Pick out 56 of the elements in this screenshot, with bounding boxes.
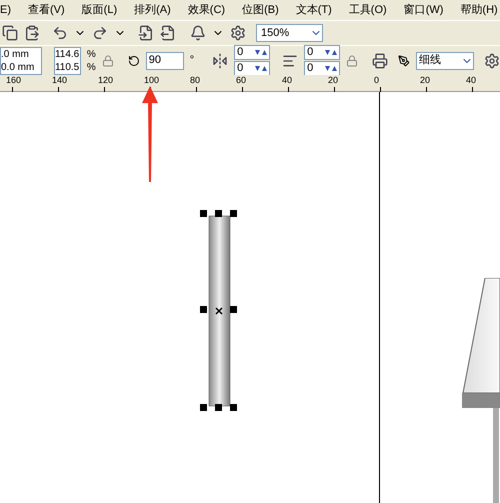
ruler-label: 20: [420, 75, 430, 85]
bell-icon[interactable]: [190, 25, 206, 41]
number-field[interactable]: 0: [234, 45, 270, 60]
rotate-icon[interactable]: [128, 54, 140, 66]
menu-item[interactable]: 排列(A): [134, 2, 171, 18]
menu-item[interactable]: 版面(L): [82, 2, 118, 18]
copy-icon[interactable]: [2, 25, 18, 41]
spinner-icon[interactable]: [255, 66, 268, 72]
spinner-icon[interactable]: [255, 50, 268, 56]
position-y-text: 0.0 mm: [1, 60, 36, 74]
ruler-label: 100: [144, 75, 160, 85]
export-icon[interactable]: [160, 25, 176, 41]
number-field[interactable]: 0: [234, 61, 270, 76]
rotation-field[interactable]: 90: [146, 52, 184, 70]
ruler-label: 0: [374, 75, 380, 85]
menu-item[interactable]: 窗口(W): [404, 2, 444, 18]
spinner-icon[interactable]: [325, 66, 338, 72]
ruler-label: 120: [98, 75, 114, 85]
scale-field[interactable]: 114.6 110.5: [54, 46, 81, 74]
ruler-label: 20: [328, 75, 338, 85]
degree-text: °: [190, 53, 194, 68]
spinner-icon[interactable]: [325, 50, 338, 56]
pen-icon[interactable]: [398, 54, 410, 66]
outline-select[interactable]: 细线: [416, 52, 474, 70]
menu-item[interactable]: E): [0, 2, 11, 18]
selected-cylinder[interactable]: [200, 210, 240, 412]
scale-x-text: 114.6: [54, 48, 80, 60]
ruler-label: 160: [6, 75, 22, 85]
paste-icon[interactable]: [24, 25, 40, 41]
position-x-text: .0 mm: [1, 48, 30, 60]
ruler-label: 40: [282, 75, 292, 85]
ruler-label: 140: [52, 75, 68, 85]
menu-item[interactable]: 文本(T): [296, 2, 332, 18]
menu-item[interactable]: 查看(V): [28, 2, 65, 18]
menu-item[interactable]: 帮助(H): [460, 2, 498, 18]
undo-icon[interactable]: [52, 25, 68, 41]
import-icon[interactable]: [138, 25, 154, 41]
ruler-label: 80: [190, 75, 200, 85]
ruler-label: 40: [466, 75, 476, 85]
lock-icon[interactable]: [346, 54, 358, 66]
redo-icon[interactable]: [92, 25, 108, 41]
number-field[interactable]: 0: [304, 61, 340, 76]
scale-y-text: 110.5: [54, 60, 80, 74]
zoom-select[interactable]: 150%: [256, 24, 323, 42]
menu-item[interactable]: 位图(B): [242, 2, 279, 18]
lock-icon[interactable]: [102, 54, 114, 66]
gear-icon[interactable]: [230, 25, 246, 41]
menu-item[interactable]: 工具(O): [348, 2, 387, 18]
ruler-label: 60: [236, 75, 246, 85]
percent-text: %: [86, 60, 96, 74]
mirror-icon[interactable]: [212, 52, 228, 68]
number-field[interactable]: 0: [304, 45, 340, 60]
position-field[interactable]: .0 mm 0.0 mm: [0, 46, 42, 74]
percent-text: %: [86, 48, 96, 60]
menu-item[interactable]: 效果(C): [188, 2, 226, 18]
gear-icon[interactable]: [484, 52, 500, 68]
